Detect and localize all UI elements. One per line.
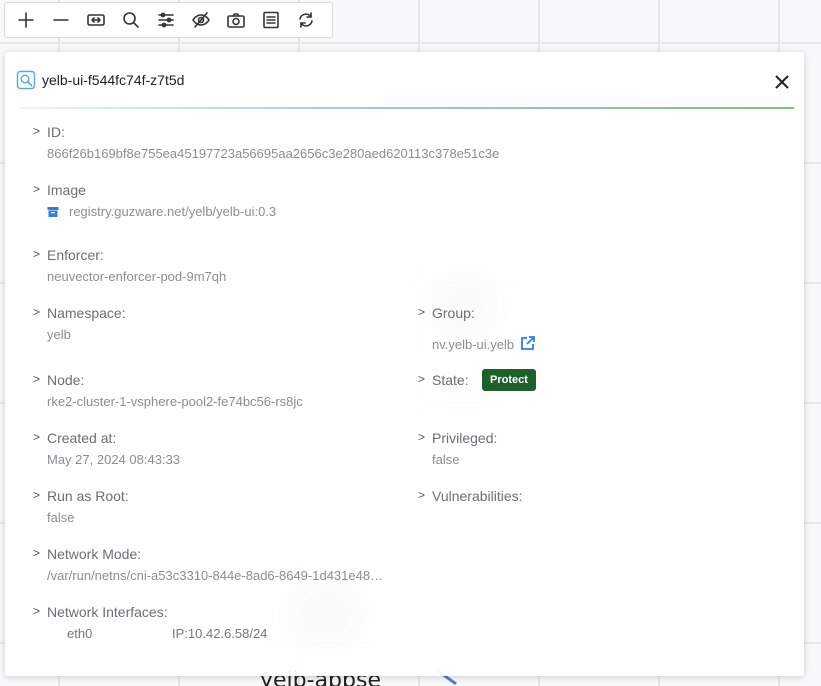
field-label: Created at: xyxy=(47,430,117,446)
field-label: ID: xyxy=(47,124,65,140)
field-value: May 27, 2024 08:43:33 xyxy=(47,452,180,467)
caret: > xyxy=(33,124,41,138)
close-icon xyxy=(775,75,789,89)
caret: > xyxy=(33,604,41,618)
panel-title: yelb-ui-f544fc74f-z7t5d xyxy=(42,72,185,88)
caret: > xyxy=(33,546,41,560)
field-label: Node: xyxy=(47,372,85,388)
refresh-icon xyxy=(299,12,313,28)
zoom-in-button[interactable] xyxy=(15,9,37,31)
pod-search-icon xyxy=(16,70,36,90)
field-value: yelb xyxy=(47,327,71,342)
eye-slash-icon xyxy=(192,12,210,28)
field-label: Group: xyxy=(432,305,475,321)
caret: > xyxy=(33,372,41,386)
field-value: registry.guzware.net/yelb/yelb-ui:0.3 xyxy=(47,204,276,219)
panel-header: yelb-ui-f544fc74f-z7t5d xyxy=(16,70,184,90)
refresh-button[interactable] xyxy=(295,9,317,31)
field-value: 866f26b169bf8e755ea45197723a56695aa2656c… xyxy=(47,146,500,161)
header-divider xyxy=(20,107,794,109)
caret: > xyxy=(33,305,41,319)
field-label: State: xyxy=(432,372,469,388)
close-button[interactable] xyxy=(774,74,790,90)
field-value: rke2-cluster-1-vsphere-pool2-fe74bc56-rs… xyxy=(47,394,303,409)
minus-icon xyxy=(53,19,69,21)
list-button[interactable] xyxy=(260,9,282,31)
hide-button[interactable] xyxy=(190,9,212,31)
caret: > xyxy=(33,247,41,261)
caret: > xyxy=(418,372,426,386)
caret: > xyxy=(33,182,41,196)
field-label: Vulnerabilities: xyxy=(432,488,523,504)
graph-toolbar xyxy=(4,2,333,38)
field-label: Namespace: xyxy=(47,305,126,321)
state-badge: Protect xyxy=(482,369,536,391)
field-value: false xyxy=(47,510,75,525)
search-icon xyxy=(123,12,139,28)
interface-ip: IP:10.42.6.58/24 xyxy=(172,626,268,641)
zoom-out-button[interactable] xyxy=(50,9,72,31)
field-label: Privileged: xyxy=(432,430,498,446)
sliders-icon xyxy=(158,12,174,28)
list-icon xyxy=(263,11,279,29)
fit-view-icon xyxy=(87,14,105,26)
group-link[interactable] xyxy=(520,335,536,354)
field-label: Network Interfaces: xyxy=(47,604,168,620)
search-button[interactable] xyxy=(120,9,142,31)
field-label: Run as Root: xyxy=(47,488,129,504)
interface-name: eth0 xyxy=(67,626,93,641)
field-label: Enforcer: xyxy=(47,247,104,263)
field-value: /var/run/netns/cni-a53c3310-844e-8ad6-86… xyxy=(47,568,384,583)
camera-icon xyxy=(227,13,245,28)
plus-icon xyxy=(18,12,34,28)
fit-view-button[interactable] xyxy=(85,9,107,31)
field-value: nv.yelb-ui.yelb xyxy=(432,335,536,354)
caret: > xyxy=(418,488,426,502)
caret: > xyxy=(33,488,41,502)
field-label: Image xyxy=(47,182,86,198)
field-value: neuvector-enforcer-pod-9m7qh xyxy=(47,269,227,284)
field-label: Network Mode: xyxy=(47,546,142,562)
caret: > xyxy=(33,430,41,444)
caret: > xyxy=(418,430,426,444)
image-name: registry.guzware.net/yelb/yelb-ui:0.3 xyxy=(69,204,277,219)
snapshot-button[interactable] xyxy=(225,9,247,31)
filter-button[interactable] xyxy=(155,9,177,31)
caret: > xyxy=(418,305,426,319)
group-name: nv.yelb-ui.yelb xyxy=(432,337,515,352)
external-link-icon xyxy=(521,336,536,350)
pod-details-panel: yelb-ui-f544fc74f-z7t5d > ID: 866f26b169… xyxy=(5,52,804,676)
archive-icon xyxy=(47,206,59,217)
field-value: false xyxy=(432,452,460,467)
